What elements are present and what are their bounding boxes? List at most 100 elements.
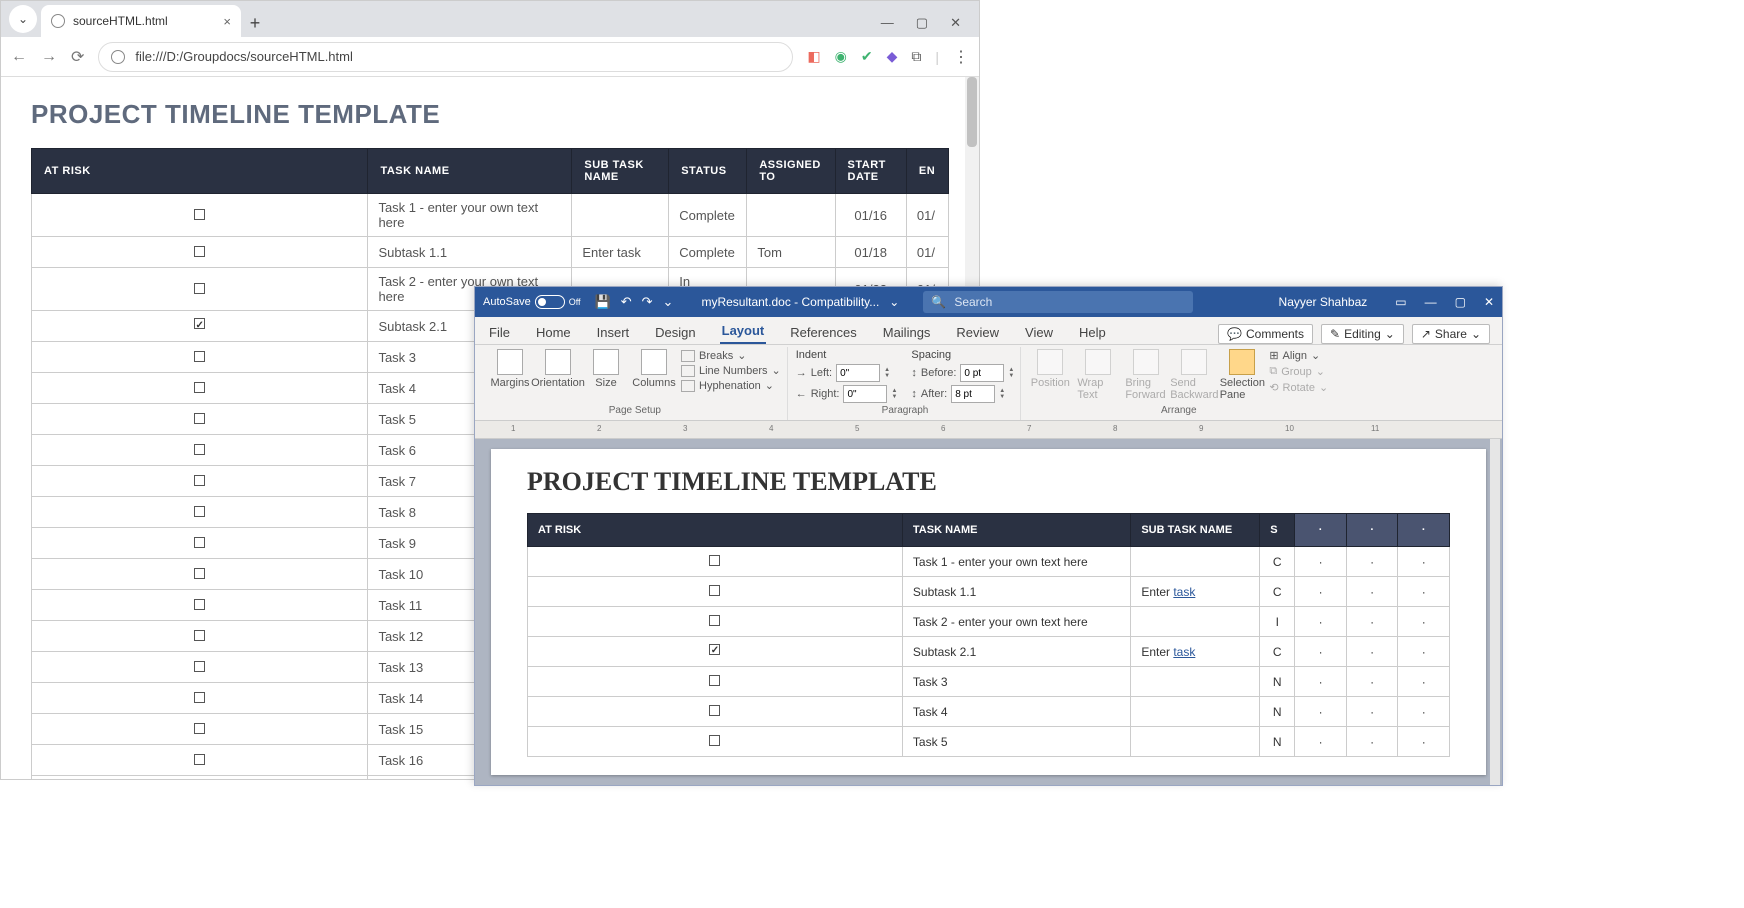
close-icon[interactable]: ✕ [1484, 295, 1494, 309]
table-row: Subtask 1.1 Enter task C ··· [528, 577, 1450, 607]
risk-checkbox[interactable] [32, 435, 368, 466]
risk-checkbox[interactable] [32, 621, 368, 652]
risk-checkbox[interactable] [32, 652, 368, 683]
ribbon: Margins Orientation Size Columns Breaks … [475, 345, 1502, 421]
minimize-icon[interactable]: — [881, 15, 894, 31]
tab-file[interactable]: File [487, 321, 512, 344]
columns-button[interactable]: Columns [633, 349, 675, 389]
subtask-cell [1131, 697, 1260, 727]
risk-checkbox[interactable] [32, 745, 368, 776]
risk-checkbox[interactable] [32, 590, 368, 621]
risk-checkbox[interactable] [32, 268, 368, 311]
margins-button[interactable]: Margins [489, 349, 531, 389]
risk-checkbox[interactable] [32, 714, 368, 745]
risk-checkbox[interactable] [32, 497, 368, 528]
qat-dropdown-icon[interactable]: ⌄ [663, 294, 674, 310]
column-header: SUB TASK NAME [1131, 514, 1260, 547]
risk-checkbox[interactable] [528, 637, 903, 667]
risk-checkbox[interactable] [32, 373, 368, 404]
comments-button[interactable]: 💬 Comments [1218, 324, 1313, 344]
scrollbar[interactable] [1490, 439, 1500, 785]
ext-icon[interactable]: ◆ [887, 48, 898, 65]
orientation-button[interactable]: Orientation [537, 349, 579, 389]
redo-icon[interactable]: ↷ [642, 294, 653, 310]
assigned-cell [747, 194, 835, 237]
risk-checkbox[interactable] [32, 528, 368, 559]
size-button[interactable]: Size [585, 349, 627, 389]
chrome-tab-dropdown[interactable]: ⌄ [9, 5, 37, 33]
ext-icon[interactable]: ✔ [861, 48, 873, 65]
chrome-tab[interactable]: sourceHTML.html × [41, 5, 241, 37]
ext-icon[interactable]: ◧ [807, 48, 820, 65]
url-bar[interactable]: file:///D:/Groupdocs/sourceHTML.html [98, 42, 793, 72]
new-tab-button[interactable]: + [241, 9, 269, 37]
chrome-menu-icon[interactable]: ⋮ [953, 47, 969, 67]
risk-checkbox[interactable] [32, 194, 368, 237]
search-box[interactable]: 🔍 Search [923, 291, 1193, 313]
close-icon[interactable]: × [223, 14, 231, 29]
extensions-icon[interactable]: ⧉ [911, 48, 921, 65]
spacing-before-field[interactable]: ↕ Before:▲▼ [911, 364, 1014, 382]
maximize-icon[interactable]: ▢ [916, 15, 928, 31]
risk-checkbox[interactable] [528, 607, 903, 637]
ext-icon[interactable]: ◉ [835, 48, 847, 65]
tab-help[interactable]: Help [1077, 321, 1108, 344]
risk-checkbox[interactable] [32, 466, 368, 497]
risk-checkbox[interactable] [528, 727, 903, 757]
hyphenation-button[interactable]: Hyphenation ⌄ [681, 379, 781, 392]
tab-review[interactable]: Review [954, 321, 1001, 344]
selection-pane-button[interactable]: Selection Pane [1221, 349, 1263, 401]
risk-checkbox[interactable] [32, 683, 368, 714]
title-dropdown-icon[interactable]: ⌄ [889, 295, 899, 309]
tab-layout[interactable]: Layout [720, 319, 767, 344]
risk-checkbox[interactable] [32, 404, 368, 435]
spacing-after-field[interactable]: ↕ After:▲▼ [911, 385, 1014, 403]
table-row: Task 1 - enter your own text here C ··· [528, 547, 1450, 577]
back-icon[interactable]: ← [11, 48, 27, 66]
word-window: AutoSave Off 💾 ↶ ↷ ⌄ myResultant.doc - C… [474, 286, 1503, 786]
column-header: AT RISK [528, 514, 903, 547]
user-name[interactable]: Nayyer Shahbaz [1279, 295, 1368, 309]
indent-left-field[interactable]: → Left:▲▼ [796, 364, 898, 382]
close-window-icon[interactable]: ✕ [950, 15, 961, 31]
column-header: EN [906, 149, 948, 194]
ruler[interactable]: 1234567891011 [475, 421, 1502, 439]
minimize-icon[interactable]: — [1425, 295, 1437, 309]
forward-icon[interactable]: → [41, 48, 57, 66]
subtask-cell [572, 194, 669, 237]
document-page[interactable]: PROJECT TIMELINE TEMPLATE AT RISKTASK NA… [491, 449, 1486, 775]
save-icon[interactable]: 💾 [595, 294, 611, 310]
tab-references[interactable]: References [788, 321, 858, 344]
url-text: file:///D:/Groupdocs/sourceHTML.html [135, 49, 352, 64]
tab-home[interactable]: Home [534, 321, 573, 344]
breaks-button[interactable]: Breaks ⌄ [681, 349, 781, 362]
undo-icon[interactable]: ↶ [621, 294, 632, 310]
reload-icon[interactable]: ⟳ [71, 47, 84, 67]
indent-right-field[interactable]: ← Right:▲▼ [796, 385, 898, 403]
risk-checkbox[interactable] [528, 697, 903, 727]
risk-checkbox[interactable] [32, 559, 368, 590]
end-date-cell: 01/ [906, 237, 948, 268]
line-numbers-button[interactable]: Line Numbers ⌄ [681, 364, 781, 377]
share-button[interactable]: ↗ Share ⌄ [1412, 324, 1490, 344]
tab-design[interactable]: Design [653, 321, 697, 344]
quick-access-toolbar: 💾 ↶ ↷ ⌄ [595, 294, 674, 310]
tab-insert[interactable]: Insert [595, 321, 632, 344]
ribbon-display-icon[interactable]: ▭ [1395, 295, 1406, 309]
subtask-cell: Enter task [1131, 637, 1260, 667]
risk-checkbox[interactable] [528, 547, 903, 577]
risk-checkbox[interactable] [32, 311, 368, 342]
bring-forward-button: Bring Forward [1125, 349, 1167, 401]
risk-checkbox[interactable] [32, 776, 368, 780]
tab-mailings[interactable]: Mailings [881, 321, 933, 344]
tab-view[interactable]: View [1023, 321, 1055, 344]
align-button[interactable]: ⊞ Align ⌄ [1269, 349, 1328, 362]
maximize-icon[interactable]: ▢ [1455, 295, 1466, 309]
risk-checkbox[interactable] [32, 237, 368, 268]
editing-button[interactable]: ✎ Editing ⌄ [1321, 324, 1404, 344]
risk-checkbox[interactable] [528, 667, 903, 697]
autosave-toggle[interactable]: AutoSave Off [483, 295, 581, 309]
risk-checkbox[interactable] [528, 577, 903, 607]
group-button: ⧉ Group ⌄ [1269, 365, 1328, 378]
risk-checkbox[interactable] [32, 342, 368, 373]
